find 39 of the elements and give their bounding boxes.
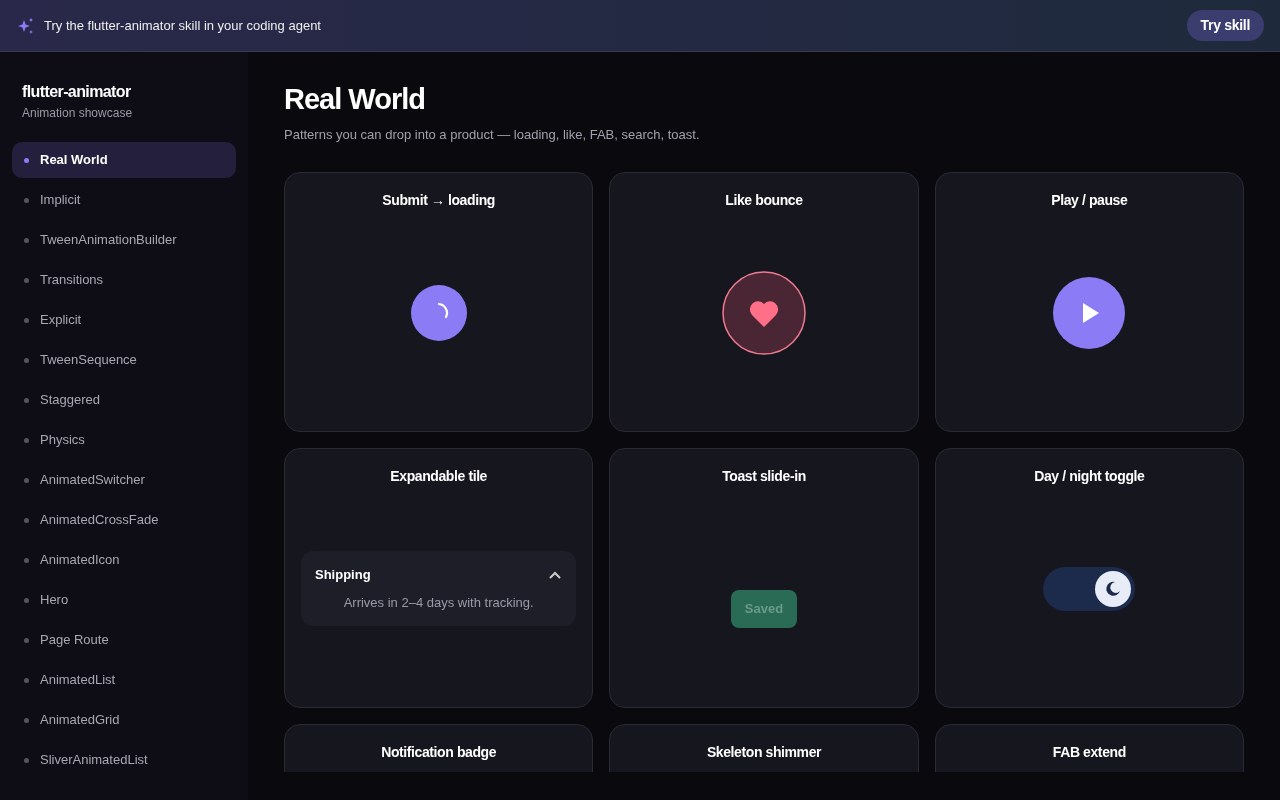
play-button[interactable] bbox=[1053, 276, 1126, 349]
sidebar-item[interactable]: SliverAnimatedList bbox=[12, 742, 236, 778]
card-title: FAB extend bbox=[1052, 743, 1126, 763]
card-title: Toast slide-in bbox=[722, 467, 806, 487]
sidebar-item[interactable]: AnimatedSwitcher bbox=[12, 462, 236, 498]
sidebar-item[interactable]: TweenAnimationBuilder bbox=[12, 222, 236, 258]
card-title: Expandable tile bbox=[390, 467, 487, 487]
sidebar-item[interactable]: AnimatedList bbox=[12, 662, 236, 698]
expandable-tile[interactable]: Shipping Arrives in 2–4 days with tracking. bbox=[301, 551, 577, 627]
sidebar-item[interactable]: Staggered bbox=[12, 382, 236, 418]
card-title: Like bounce bbox=[725, 191, 803, 211]
sidebar-item[interactable]: TweenSequence bbox=[12, 342, 236, 378]
moon-icon bbox=[1094, 569, 1133, 608]
sidebar-item[interactable]: Real World bbox=[12, 142, 236, 178]
tile-title: Shipping bbox=[315, 566, 371, 585]
sidebar-item[interactable]: Explicit bbox=[12, 302, 236, 338]
card-title: Skeleton shimmer bbox=[706, 743, 822, 763]
sidebar-item[interactable]: Page Route bbox=[12, 622, 236, 658]
sidebar-item[interactable]: Hero bbox=[12, 582, 236, 618]
card-title: Play / pause bbox=[1051, 191, 1128, 211]
sidebar-item[interactable]: Transitions bbox=[12, 262, 236, 298]
tile-body: Arrives in 2–4 days with tracking. bbox=[342, 593, 535, 612]
card-title: Notification badge bbox=[381, 743, 497, 763]
toast: Saved bbox=[730, 590, 798, 628]
sidebar-item[interactable]: AnimatedIcon bbox=[12, 542, 236, 578]
day-night-toggle[interactable] bbox=[1043, 566, 1136, 611]
sidebar-item[interactable]: Implicit bbox=[12, 182, 236, 218]
card-title: Submit → loading bbox=[382, 191, 495, 211]
page-subtitle: Patterns you can drop into a product — loading, like, FAB, search, toast. bbox=[284, 125, 701, 144]
like-button[interactable] bbox=[722, 270, 806, 355]
app-subtitle: Animation showcase bbox=[21, 105, 134, 122]
sidebar-item[interactable]: AnimatedCrossFade bbox=[12, 502, 236, 538]
try-skill-button[interactable]: Try skill bbox=[1186, 10, 1264, 41]
banner-text: Try the flutter-animator skill in your coding agent bbox=[44, 16, 321, 35]
card-title: Day / night toggle bbox=[1034, 467, 1145, 487]
app-title: flutter-animator bbox=[21, 82, 132, 102]
page-title: Real World bbox=[284, 82, 426, 117]
sidebar-item[interactable]: Physics bbox=[12, 422, 236, 458]
sidebar-item[interactable]: AnimatedGrid bbox=[12, 702, 236, 738]
